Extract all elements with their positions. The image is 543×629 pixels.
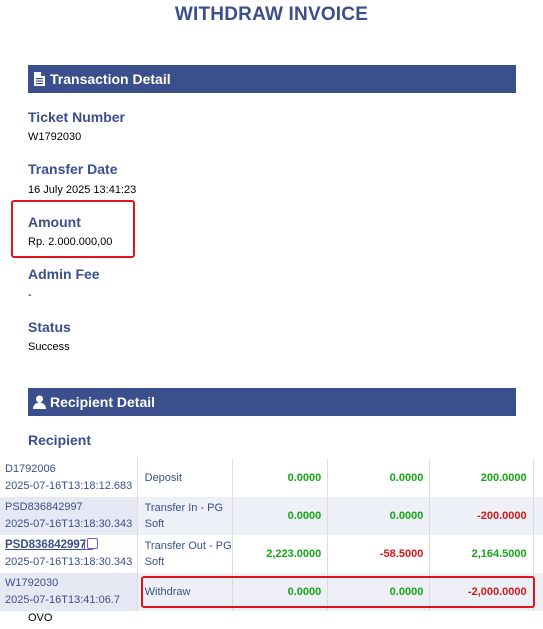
transaction-type: Transfer In - PG Soft xyxy=(137,497,233,535)
status-value: Success xyxy=(28,341,70,353)
ticket-number-label: Ticket Number xyxy=(28,109,125,125)
transaction-id: PSD836842997 xyxy=(5,501,83,513)
table-row: D1792006 2025-07-16T13:18:12.683 Deposit… xyxy=(0,459,543,497)
transaction-datetime: 2025-07-16T13:18:30.343 xyxy=(5,556,133,568)
transaction-id-link[interactable]: PSD836842997 xyxy=(5,539,86,551)
transaction-col2: 0.0000 xyxy=(327,459,431,497)
admin-fee-value: - xyxy=(28,289,32,301)
recipient-detail-title: Recipient Detail xyxy=(50,394,156,410)
table-row: PSD836842997 2025-07-16T13:18:30.343 Tra… xyxy=(0,497,543,535)
transaction-col2: -58.5000 xyxy=(327,535,431,573)
transaction-datetime: 2025-07-16T13:41:06.7 xyxy=(5,594,120,606)
transaction-col3: 2,164.5000 xyxy=(429,535,534,573)
transaction-id-cell: D1792006 2025-07-16T13:18:12.683 xyxy=(0,459,138,497)
transaction-datetime: 2025-07-16T13:18:30.343 xyxy=(5,518,133,530)
ticket-number-value: W1792030 xyxy=(28,131,82,143)
table-row: PSD836842997 2025-07-16T13:18:30.343 Tra… xyxy=(0,535,543,573)
amount-label: Amount xyxy=(28,214,81,230)
transaction-datetime: 2025-07-16T13:18:12.683 xyxy=(5,480,133,492)
user-icon xyxy=(32,394,46,410)
page-title: WITHDRAW INVOICE xyxy=(174,4,369,25)
transaction-id: W1792030 xyxy=(5,577,59,589)
amount-value: Rp. 2.000.000,00 xyxy=(28,236,113,248)
transaction-id: D1792006 xyxy=(5,463,56,475)
transaction-detail-title: Transaction Detail xyxy=(50,71,171,87)
transaction-col1: 0.0000 xyxy=(232,459,329,497)
document-icon xyxy=(32,71,46,87)
recipient-label: Recipient xyxy=(28,432,92,448)
transaction-col3: -200.0000 xyxy=(429,497,534,535)
transaction-type: Transfer Out - PG Soft xyxy=(137,535,233,573)
transaction-detail-header: Transaction Detail xyxy=(28,65,516,93)
transfer-date-label: Transfer Date xyxy=(28,161,118,177)
transfer-date-value: 16 July 2025 13:41:23 xyxy=(28,184,137,196)
transaction-id-cell: PSD836842997 2025-07-16T13:18:30.343 xyxy=(0,497,138,535)
transaction-id-cell: W1792030 2025-07-16T13:41:06.7 xyxy=(0,573,138,611)
recipient-bank-value: OVO xyxy=(28,612,53,624)
transaction-col1: 0.0000 xyxy=(232,497,329,535)
recipient-detail-header: Recipient Detail xyxy=(28,388,516,416)
transaction-type: Deposit xyxy=(137,459,233,497)
transaction-col1: 2,223.0000 xyxy=(232,535,329,573)
transaction-col3: 200.0000 xyxy=(429,459,534,497)
admin-fee-label: Admin Fee xyxy=(28,266,100,282)
transaction-id-cell: PSD836842997 2025-07-16T13:18:30.343 xyxy=(0,535,138,573)
withdraw-row-highlight xyxy=(141,576,535,608)
transaction-col2: 0.0000 xyxy=(327,497,431,535)
status-label: Status xyxy=(28,319,71,335)
copy-icon[interactable] xyxy=(84,538,99,550)
